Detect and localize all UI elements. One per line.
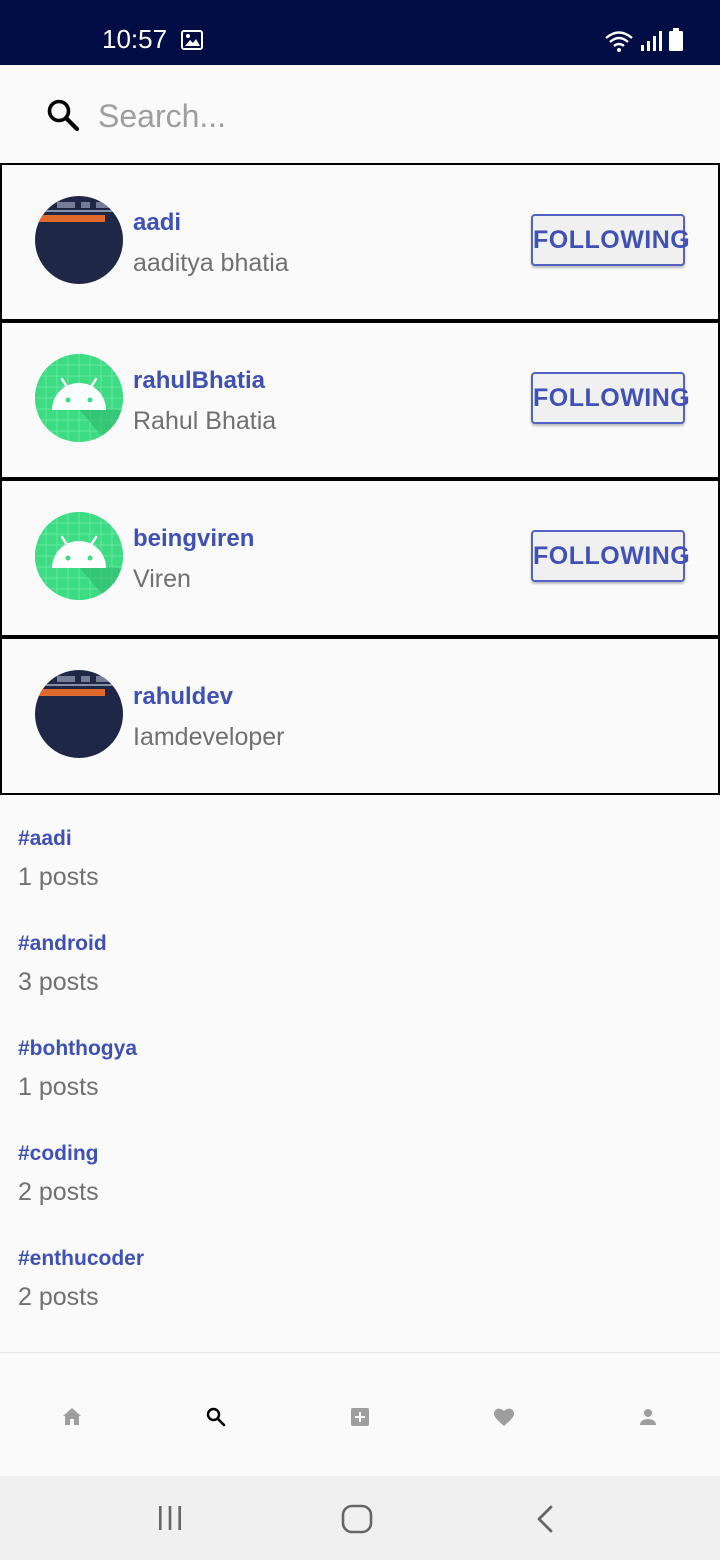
- system-navigation-bar: [0, 1476, 720, 1560]
- status-icons: [604, 28, 684, 57]
- android-avatar-icon: [35, 512, 123, 600]
- username: rahuldev: [133, 683, 234, 710]
- wifi-icon: [604, 30, 634, 57]
- hashtag-post-count: 2 posts: [18, 1283, 99, 1311]
- user-card[interactable]: rahuldev Iamdeveloper: [0, 637, 720, 795]
- hashtag-name: #android: [18, 932, 107, 955]
- username: aadi: [133, 209, 182, 236]
- following-button[interactable]: FOLLOWING: [531, 214, 690, 266]
- hashtag-post-count: 2 posts: [18, 1178, 99, 1206]
- home-icon[interactable]: [60, 1405, 84, 1429]
- profile-icon[interactable]: [636, 1405, 660, 1429]
- status-bar: 10:57: [0, 0, 720, 65]
- user-fullname: Rahul Bhatia: [133, 407, 277, 435]
- add-post-icon[interactable]: [348, 1405, 372, 1429]
- hashtag-post-count: 1 posts: [18, 1073, 99, 1101]
- status-time: 10:57: [102, 24, 168, 54]
- hashtag-item[interactable]: #coding 2 posts: [18, 1142, 698, 1232]
- hashtag-item[interactable]: #android 3 posts: [18, 932, 698, 1022]
- gallery-icon: [181, 30, 203, 55]
- hashtag-item[interactable]: #enthucoder 2 posts: [18, 1247, 698, 1337]
- bottom-navigation: [0, 1352, 720, 1477]
- home-button-icon[interactable]: [341, 1504, 373, 1539]
- hashtag-name: #bohthogya: [18, 1037, 137, 1060]
- battery-icon: [668, 28, 684, 57]
- hashtag-item[interactable]: #aadi 1 posts: [18, 827, 698, 917]
- back-icon[interactable]: [533, 1504, 557, 1539]
- following-button[interactable]: FOLLOWING: [531, 372, 690, 424]
- hashtag-post-count: 1 posts: [18, 863, 99, 891]
- hashtag-item[interactable]: #bohthogya 1 posts: [18, 1037, 698, 1127]
- user-fullname: Iamdeveloper: [133, 723, 285, 751]
- user-fullname: Viren: [133, 565, 191, 593]
- hashtag-name: #enthucoder: [18, 1247, 145, 1270]
- user-card[interactable]: aadi aaditya bhatia FOLLOWING: [0, 163, 720, 321]
- search-icon[interactable]: [204, 1405, 228, 1429]
- username: beingviren: [133, 525, 255, 552]
- username: rahulBhatia: [133, 367, 266, 394]
- heart-icon[interactable]: [492, 1405, 516, 1429]
- hashtag-name: #coding: [18, 1142, 99, 1165]
- hashtag-post-count: 3 posts: [18, 968, 99, 996]
- recent-apps-icon[interactable]: [156, 1504, 184, 1537]
- user-card[interactable]: rahulBhatia Rahul Bhatia FOLLOWING: [0, 321, 720, 479]
- following-button[interactable]: FOLLOWING: [531, 530, 690, 582]
- hashtag-name: #aadi: [18, 827, 72, 850]
- avatar: [35, 670, 123, 758]
- avatar: [35, 196, 123, 284]
- user-fullname: aaditya bhatia: [133, 249, 289, 277]
- search-icon[interactable]: [46, 98, 80, 137]
- search-input[interactable]: [98, 92, 678, 140]
- android-avatar-icon: [35, 354, 123, 442]
- signal-icon: [640, 30, 662, 57]
- user-card[interactable]: beingviren Viren FOLLOWING: [0, 479, 720, 637]
